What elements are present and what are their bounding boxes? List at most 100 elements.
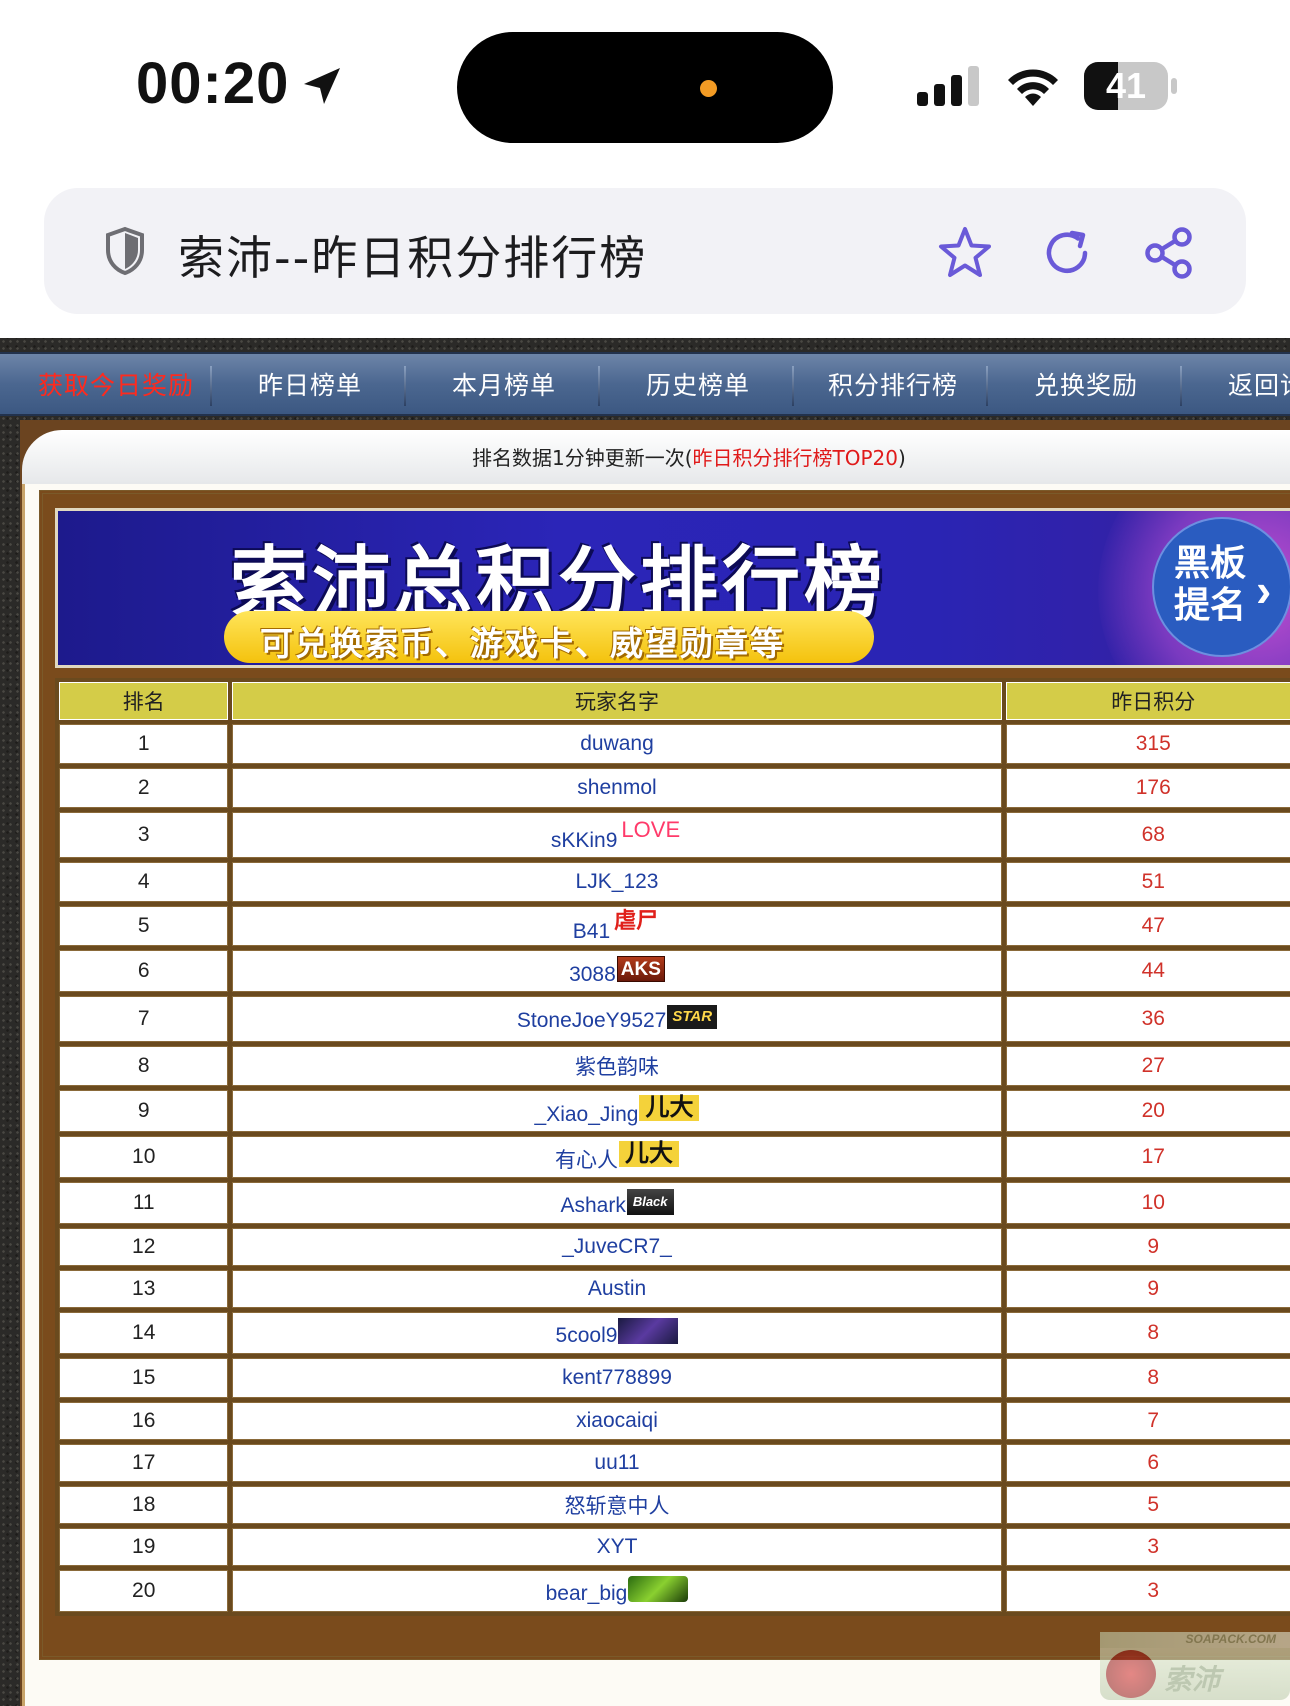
nav-item-exchange[interactable]: 兑换奖励	[1034, 354, 1138, 418]
player-name-cell: 有心人 儿大	[232, 1136, 1002, 1178]
rank-cell: 11	[59, 1182, 229, 1224]
table-row: 15 kent778899 8	[59, 1358, 1290, 1398]
player-name-link[interactable]: StoneJoeY9527	[517, 1009, 666, 1032]
player-name-link[interactable]: 3088	[569, 963, 616, 986]
watermark-logo-text: 索沛	[1164, 1664, 1221, 1695]
score-cell: 7	[1005, 1402, 1290, 1440]
medal-badge: 虐尸	[614, 908, 659, 933]
player-name-link[interactable]: shenmol	[577, 776, 656, 799]
player-name-cell: duwang	[232, 724, 1002, 764]
medal-badge: 儿大	[619, 1140, 679, 1167]
medal-badge: AKS	[616, 955, 665, 982]
medal-badge: LOVE	[621, 817, 681, 842]
header-player-name: 玩家名字	[232, 682, 1002, 720]
table-row: 11 Ashark Black 10	[59, 1182, 1290, 1224]
battery-percent: 41	[1105, 65, 1147, 106]
player-name-cell: bear_big	[232, 1570, 1002, 1612]
notice-suffix: )	[898, 446, 906, 470]
player-name-link[interactable]: _Xiao_Jing	[535, 1103, 639, 1126]
blackboard-nominate-button[interactable]: 黑板提名 ›	[1152, 517, 1290, 657]
player-name-link[interactable]: kent778899	[562, 1366, 672, 1389]
rank-cell: 12	[59, 1228, 229, 1266]
player-name-link[interactable]: Austin	[588, 1277, 646, 1300]
medal-badge: 儿大	[639, 1095, 700, 1121]
rank-cell: 17	[59, 1444, 229, 1482]
table-row: 1 duwang 315	[59, 724, 1290, 764]
player-name-link[interactable]: 5cool9	[556, 1324, 618, 1347]
rank-cell: 20	[59, 1570, 229, 1612]
nav-item-back[interactable]: 返回论	[1228, 354, 1290, 418]
player-name-cell: XYT	[232, 1528, 1002, 1566]
table-row: 20 bear_big 3	[59, 1570, 1290, 1612]
player-name-cell: kent778899	[232, 1358, 1002, 1398]
player-name-link[interactable]: LJK_123	[576, 870, 659, 893]
banner-subtitle: 可兑换索币、游戏卡、威望勋章等	[260, 624, 785, 663]
rank-cell: 5	[59, 906, 229, 946]
player-name-cell: StoneJoeY9527 STAR	[232, 996, 1002, 1042]
nav-item-yesterday[interactable]: 昨日榜单	[258, 354, 362, 418]
nav-item-month[interactable]: 本月榜单	[452, 354, 556, 418]
nav-item-daily-reward[interactable]: 获取今日奖励	[38, 354, 194, 418]
rank-cell: 13	[59, 1270, 229, 1308]
player-name-cell: 3088 AKS	[232, 950, 1002, 992]
rank-cell: 14	[59, 1312, 229, 1354]
ranking-table: 排名 玩家名字 昨日积分 1 duwang 315 2 shenmol 176 3 sKKin…	[55, 678, 1290, 1616]
site-watermark: SOAPACK.COM 索沛	[1100, 1632, 1290, 1702]
table-row: 12 _JuveCR7_ 9	[59, 1228, 1290, 1266]
notice-highlight[interactable]: 昨日积分排行榜TOP20	[693, 446, 898, 470]
player-name-cell: Austin	[232, 1270, 1002, 1308]
table-row: 14 5cool9 8	[59, 1312, 1290, 1354]
score-cell: 51	[1005, 862, 1290, 902]
rank-cell: 10	[59, 1136, 229, 1178]
share-icon[interactable]	[1140, 224, 1198, 282]
player-name-cell: uu11	[232, 1444, 1002, 1482]
rank-cell: 1	[59, 724, 229, 764]
dynamic-island	[457, 32, 833, 143]
player-name-cell: xiaocaiqi	[232, 1402, 1002, 1440]
rank-cell: 18	[59, 1486, 229, 1524]
score-cell: 5	[1005, 1486, 1290, 1524]
player-name-link[interactable]: uu11	[594, 1451, 639, 1474]
player-name-cell: 怒斩意中人	[232, 1486, 1002, 1524]
medal-badge: Black	[626, 1188, 674, 1215]
rank-cell: 8	[59, 1046, 229, 1086]
score-cell: 68	[1005, 812, 1290, 858]
table-row: 18 怒斩意中人 5	[59, 1486, 1290, 1524]
score-cell: 176	[1005, 768, 1290, 808]
player-name-link[interactable]: XYT	[597, 1535, 638, 1558]
player-name-link[interactable]: duwang	[580, 732, 654, 755]
notice-prefix: 排名数据1分钟更新一次(	[472, 446, 693, 470]
player-name-cell: 紫色韵味	[232, 1046, 1002, 1086]
player-name-link[interactable]: xiaocaiqi	[576, 1409, 658, 1432]
score-cell: 9	[1005, 1270, 1290, 1308]
score-cell: 3	[1005, 1528, 1290, 1566]
ranking-banner[interactable]: 索沛总积分排行榜 可兑换索币、游戏卡、威望勋章等 黑板提名 ›	[55, 508, 1290, 668]
rank-cell: 4	[59, 862, 229, 902]
reload-icon[interactable]	[1038, 224, 1096, 282]
banner-subtitle-pill: 可兑换索币、游戏卡、威望勋章等	[224, 611, 874, 663]
rank-cell: 16	[59, 1402, 229, 1440]
rank-cell: 9	[59, 1090, 229, 1132]
player-name-link[interactable]: sKKin9	[551, 829, 618, 852]
score-cell: 27	[1005, 1046, 1290, 1086]
player-name-link[interactable]: Ashark	[560, 1194, 625, 1217]
nav-item-ranking[interactable]: 积分排行榜	[828, 354, 958, 418]
score-cell: 36	[1005, 996, 1290, 1042]
medal-badge: STAR	[667, 1005, 718, 1029]
table-row: 10 有心人 儿大 17	[59, 1136, 1290, 1178]
table-row: 19 XYT 3	[59, 1528, 1290, 1566]
player-name-link[interactable]: _JuveCR7_	[562, 1235, 672, 1258]
player-name-link[interactable]: bear_big	[546, 1582, 628, 1605]
shield-icon[interactable]	[104, 226, 146, 276]
star-icon[interactable]	[936, 224, 994, 282]
player-name-link[interactable]: 怒斩意中人	[565, 1495, 670, 1518]
player-name-link[interactable]: 紫色韵味	[575, 1056, 659, 1079]
chevron-right-icon: ›	[1256, 564, 1272, 616]
player-name-cell: _JuveCR7_	[232, 1228, 1002, 1266]
player-name-link[interactable]: 有心人	[555, 1149, 618, 1172]
address-bar[interactable]: 索沛--昨日积分排行榜	[44, 188, 1246, 314]
table-row: 16 xiaocaiqi 7	[59, 1402, 1290, 1440]
privacy-indicator-dot	[700, 80, 717, 97]
player-name-link[interactable]: B41	[573, 920, 610, 943]
nav-item-history[interactable]: 历史榜单	[646, 354, 750, 418]
